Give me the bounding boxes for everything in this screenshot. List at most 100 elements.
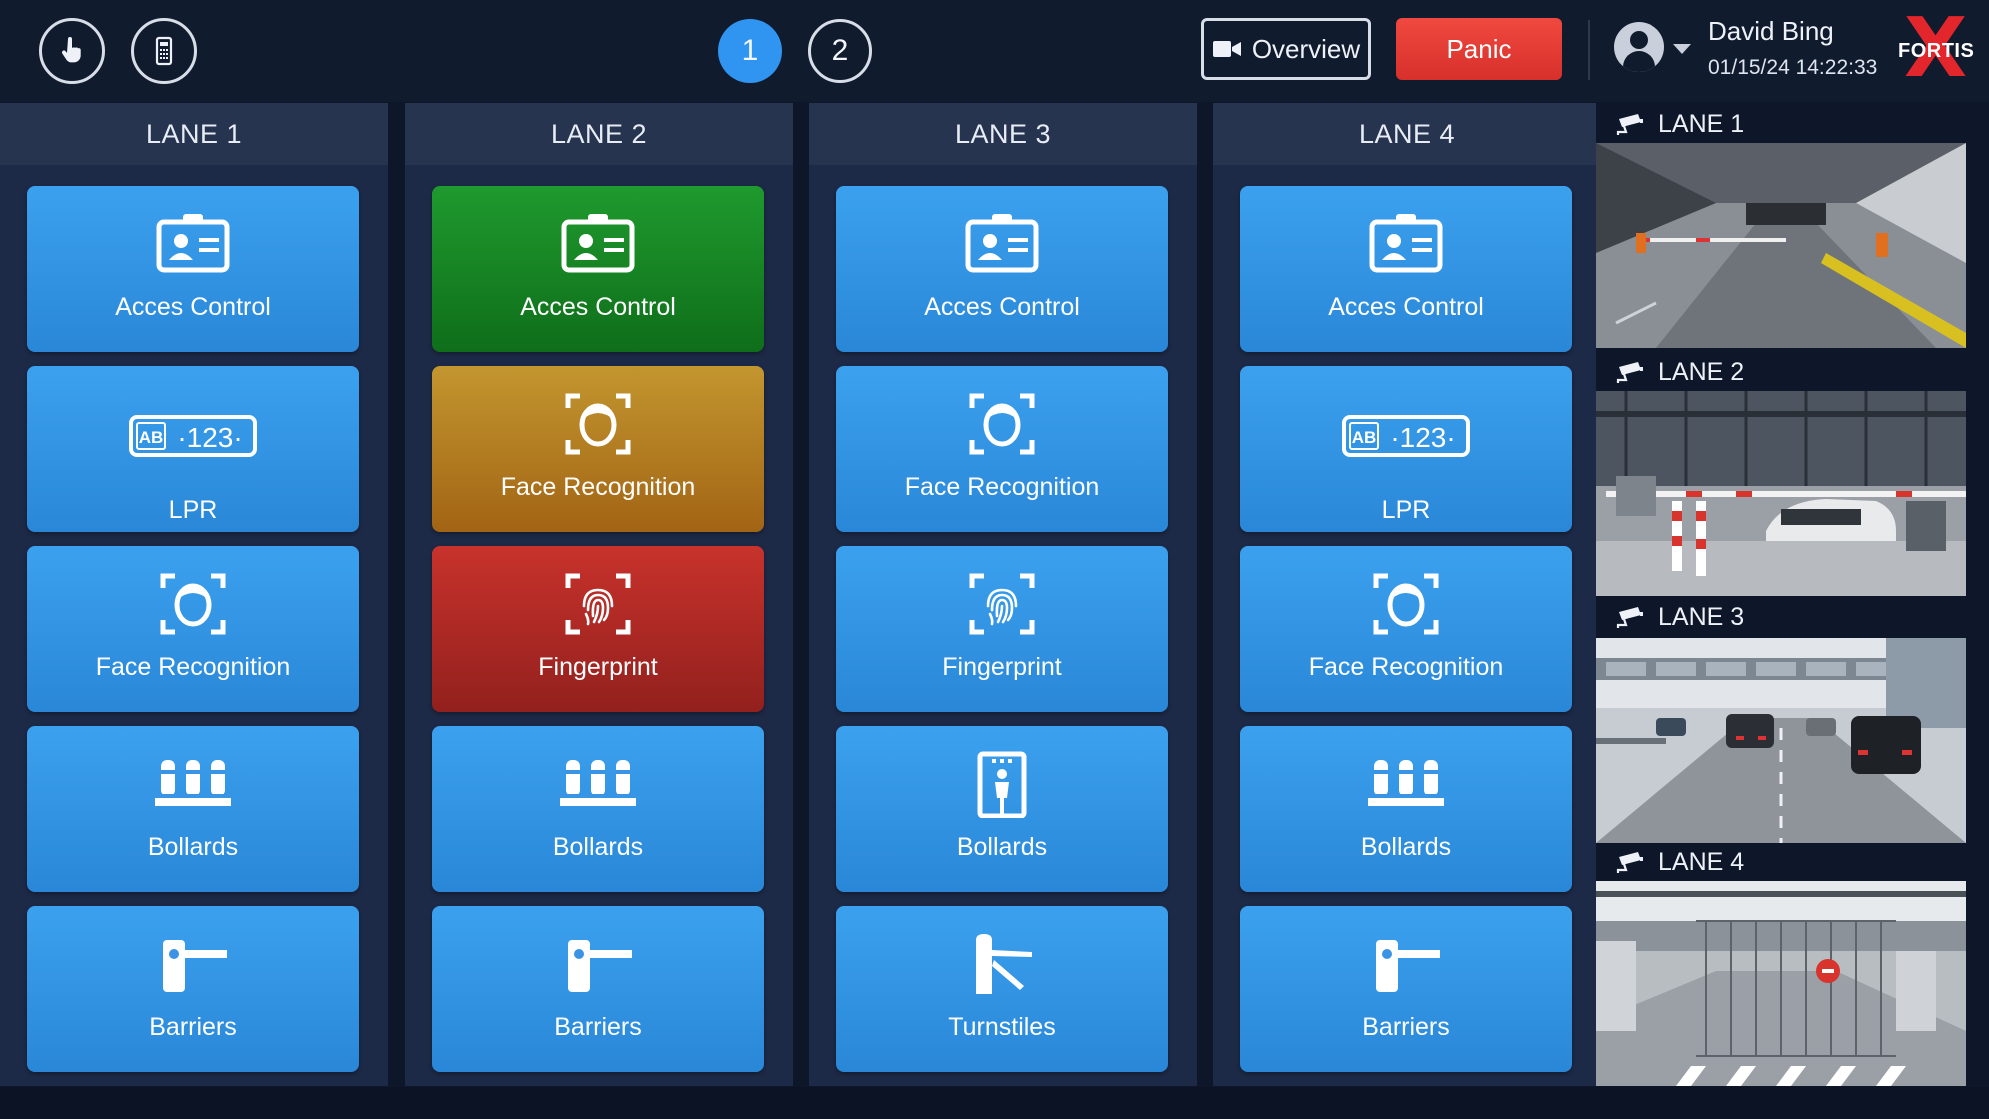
face-scan-icon <box>962 390 1042 458</box>
tile-label: Barriers <box>554 1013 642 1041</box>
panic-button[interactable]: Panic <box>1396 18 1562 80</box>
tile-label: Barriers <box>1362 1013 1450 1041</box>
tile-acces-control-button[interactable]: Acces Control <box>1240 186 1572 352</box>
top-bar: 1 2 Overview Panic David Bing 01/15/24 1… <box>0 0 1989 102</box>
tile-face-recognition-button[interactable]: Face Recognition <box>27 546 359 712</box>
barrier-icon <box>558 930 638 998</box>
tile-face-recognition-button[interactable]: Face Recognition <box>836 366 1168 532</box>
license-plate-icon: AB ·123· <box>1341 402 1471 470</box>
header-divider <box>1588 20 1590 80</box>
tile-label: Bollards <box>147 833 239 861</box>
tile-label: Turnstiles <box>948 1013 1056 1041</box>
turnstile-icon <box>962 930 1042 998</box>
tile-label: LPR <box>168 496 218 524</box>
tile-lpr-button[interactable]: AB ·123· LPR <box>1240 366 1572 532</box>
security-camera-icon <box>1616 852 1643 873</box>
tile-label: Face Recognition <box>500 473 696 501</box>
tile-label: Fingerprint <box>538 653 658 681</box>
tile-label: Acces Control <box>115 293 271 321</box>
camera-label-lane-1: LANE 1 <box>1616 105 1744 143</box>
camera-feed-lane-4[interactable] <box>1596 881 1966 1086</box>
user-name: David Bing <box>1708 16 1834 46</box>
tile-label: Bollards <box>1360 833 1452 861</box>
tile-barriers-button[interactable]: Barriers <box>432 906 764 1072</box>
lane-column-2: LANE 2 Acces Control Face Recognition Finge… <box>405 103 793 1086</box>
tile-label: LPR <box>1381 496 1431 524</box>
face-scan-icon <box>1366 570 1446 638</box>
tile-acces-control-button[interactable]: Acces Control <box>432 186 764 352</box>
tile-fingerprint-button[interactable]: Fingerprint <box>432 546 764 712</box>
camera-label-lane-3: LANE 3 <box>1616 598 1744 636</box>
tile-acces-control-button[interactable]: Acces Control <box>27 186 359 352</box>
walkthrough-detector-icon <box>962 750 1042 818</box>
tile-lpr-button[interactable]: AB ·123· LPR <box>27 366 359 532</box>
id-card-icon <box>1366 210 1446 278</box>
tile-face-recognition-button[interactable]: Face Recognition <box>1240 546 1572 712</box>
barrier-icon <box>153 930 233 998</box>
tile-bollards-button[interactable]: Bollards <box>836 726 1168 892</box>
svg-text:·123·: ·123· <box>177 422 242 453</box>
license-plate-icon: AB ·123· <box>128 402 258 470</box>
hand-pointer-icon <box>61 37 81 63</box>
bottom-strip <box>0 1087 1989 1119</box>
tile-label: Acces Control <box>520 293 676 321</box>
tile-label: Face Recognition <box>1308 653 1504 681</box>
tile-label: Face Recognition <box>904 473 1100 501</box>
tile-label: Face Recognition <box>95 653 291 681</box>
id-card-icon <box>962 210 1042 278</box>
tile-barriers-button[interactable]: Barriers <box>27 906 359 1072</box>
svg-text:·123·: ·123· <box>1390 422 1455 453</box>
app-window: 1 2 Overview Panic David Bing 01/15/24 1… <box>0 0 1989 1119</box>
lane-column-4: LANE 4 Acces Control AB ·123· LPR Face Recogn… <box>1213 103 1601 1086</box>
tile-label: Bollards <box>956 833 1048 861</box>
fortis-logo: X FORTIS <box>1898 1 1975 96</box>
page-2-button[interactable]: 2 <box>808 19 872 83</box>
tile-label: Acces Control <box>924 293 1080 321</box>
camera-label-lane-4: LANE 4 <box>1616 843 1744 881</box>
lane-header: LANE 3 <box>809 103 1197 165</box>
tile-bollards-button[interactable]: Bollards <box>27 726 359 892</box>
barrier-icon <box>1366 930 1446 998</box>
security-camera-icon <box>1616 362 1643 383</box>
camera-column: LANE 1 LANE 2 LANE 3 LANE 4 <box>1596 103 1968 1086</box>
tile-acces-control-button[interactable]: Acces Control <box>836 186 1168 352</box>
overview-label: Overview <box>1251 33 1361 64</box>
fingerprint-icon <box>962 570 1042 638</box>
camera-feed-lane-3[interactable] <box>1596 638 1966 843</box>
date-time: 01/15/24 14:22:33 <box>1708 56 1878 79</box>
page-1-button[interactable]: 1 <box>718 19 782 83</box>
fingerprint-icon <box>558 570 638 638</box>
overview-button[interactable]: Overview <box>1201 18 1371 80</box>
tile-barriers-button[interactable]: Barriers <box>1240 906 1572 1072</box>
keypad-button[interactable] <box>131 18 197 84</box>
security-camera-icon <box>1616 114 1643 135</box>
lane-column-1: LANE 1 Acces Control AB ·123· LPR Face Recogn… <box>0 103 388 1086</box>
camera-feed-lane-1[interactable] <box>1596 143 1966 348</box>
chevron-down-icon[interactable] <box>1673 44 1691 54</box>
lane-column-3: LANE 3 Acces Control Face Recognition Finge… <box>809 103 1197 1086</box>
face-scan-icon <box>558 390 638 458</box>
tile-bollards-button[interactable]: Bollards <box>432 726 764 892</box>
lane-header: LANE 1 <box>0 103 388 165</box>
tile-face-recognition-button[interactable]: Face Recognition <box>432 366 764 532</box>
video-camera-icon <box>1212 41 1241 57</box>
tile-bollards-button[interactable]: Bollards <box>1240 726 1572 892</box>
tile-turnstiles-button[interactable]: Turnstiles <box>836 906 1168 1072</box>
bollards-icon <box>558 750 638 818</box>
face-scan-icon <box>153 570 233 638</box>
tile-fingerprint-button[interactable]: Fingerprint <box>836 546 1168 712</box>
id-card-icon <box>558 210 638 278</box>
touch-mode-button[interactable] <box>39 18 105 84</box>
lane-header: LANE 4 <box>1213 103 1601 165</box>
security-camera-icon <box>1616 607 1643 628</box>
keypad-icon <box>155 36 173 66</box>
tile-label: Bollards <box>552 833 644 861</box>
logo-text: FORTIS <box>1898 40 1975 62</box>
tile-label: Acces Control <box>1328 293 1484 321</box>
id-card-icon <box>153 210 233 278</box>
bollards-icon <box>1366 750 1446 818</box>
tile-label: Fingerprint <box>942 653 1062 681</box>
svg-text:AB: AB <box>1352 428 1377 447</box>
user-avatar[interactable] <box>1614 22 1664 72</box>
camera-feed-lane-2[interactable] <box>1596 391 1966 596</box>
